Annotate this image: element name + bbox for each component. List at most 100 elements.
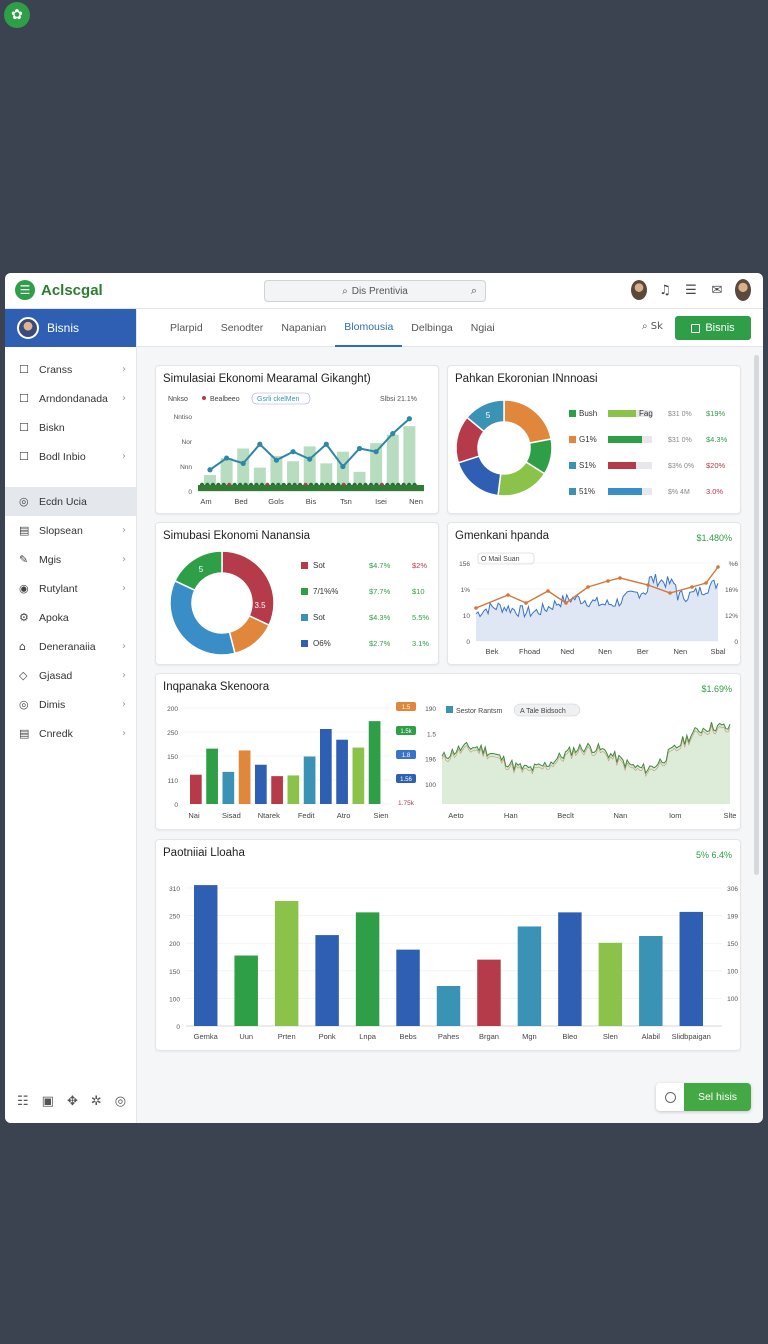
bar <box>271 776 283 804</box>
floating-action[interactable]: Sel hisis <box>656 1083 751 1111</box>
x-tick-label: Nen <box>598 647 612 656</box>
search-bar[interactable]: ⌕ Dis Prentivia ⌕ <box>264 280 486 302</box>
combo-chart: Nnkso Bealbeeo Gsrli ckelMen Slbsi 21.1% Nnt… <box>168 392 424 506</box>
y-tick-label: 0 <box>734 639 738 646</box>
legend-value: 3.0% <box>706 487 723 496</box>
y-tick-label: 310 <box>169 886 180 893</box>
info-icon[interactable]: ◎ <box>115 1094 126 1109</box>
x-tick-label: Aeto <box>448 811 463 820</box>
bar <box>234 955 258 1026</box>
slice-label: 3.5 <box>254 601 266 610</box>
user-avatar-small[interactable] <box>631 280 647 300</box>
sidebar-item[interactable]: ✎ Mgis › <box>5 545 136 574</box>
bar <box>477 959 501 1026</box>
y-tick-label: 100 <box>169 996 180 1003</box>
sidebar-item[interactable]: ◎ Dimis › <box>5 690 136 719</box>
sidebar-item[interactable]: ◉ Rutylant › <box>5 574 136 603</box>
x-tick-label: Nan <box>614 811 628 820</box>
line-point <box>290 449 296 455</box>
x-tick-label: Lnpa <box>359 1032 377 1041</box>
sidebar-item[interactable]: ⚙ Apoka <box>5 603 136 632</box>
legend-label: G1% <box>579 435 597 444</box>
brand-name: Aclscgal <box>41 281 103 299</box>
lock-icon: ⌂ <box>19 640 26 653</box>
y-tick-label: 0 <box>176 1024 180 1031</box>
line-point <box>690 585 694 589</box>
y-tick-label: 200 <box>169 941 180 948</box>
chat-icon[interactable]: ✉ <box>709 283 725 298</box>
legend-swatch <box>569 436 576 443</box>
sidebar-header[interactable]: Bisnis <box>5 309 136 347</box>
line-point <box>240 460 246 466</box>
tabs: Plarpid Senodter Napanian Blomousia Delbinga… <box>161 309 504 347</box>
tab-item[interactable]: Plarpid <box>161 309 212 347</box>
sidebar-item-label: Cnredk <box>39 727 73 740</box>
bar <box>396 949 420 1026</box>
pin-icon: ◇ <box>19 669 28 682</box>
brand[interactable]: ☰ Aclscgal <box>15 280 103 300</box>
bug-icon[interactable]: ✲ <box>91 1094 102 1109</box>
square-icon: ☐ <box>19 421 29 434</box>
x-tick-label: Am <box>200 497 211 506</box>
tab-item[interactable]: Delbinga <box>402 309 461 347</box>
menu-icon[interactable]: ☰ <box>683 283 699 298</box>
x-tick-label: Sisad <box>222 811 241 820</box>
app-corner-logo[interactable]: ✿ <box>4 2 30 28</box>
sidebar-item[interactable]: ◎ Ecdn Ucia <box>5 487 136 516</box>
legend-value: $2.7% <box>369 639 391 648</box>
bell-icon[interactable]: ♫ <box>657 283 673 298</box>
sidebar-item[interactable]: ⌂ Deneranaiia › <box>5 632 136 661</box>
tab-item[interactable]: Blomousia <box>335 309 403 347</box>
sidebar-item-label: Rutylant <box>39 582 78 595</box>
calendar-icon[interactable]: ▣ <box>42 1094 54 1109</box>
sidebar-item[interactable]: ☐ Biskn <box>5 413 136 442</box>
line-point <box>257 441 263 447</box>
tab-item[interactable]: Ngiai <box>462 309 504 347</box>
bar <box>517 926 542 1026</box>
bar <box>274 901 299 1026</box>
y-tick-label: 100 <box>727 996 738 1003</box>
sidebar-item[interactable]: ▤ Cnredk › <box>5 719 136 748</box>
sidebar-item-label: Cranss <box>39 363 73 376</box>
sidebar-item-label: Bodl Inbio <box>39 450 86 463</box>
legend-value: $4.3% <box>369 613 391 622</box>
sidebar-item[interactable]: ☐ Arndondanada › <box>5 384 136 413</box>
legend-swatch <box>301 614 308 621</box>
sidebar-item[interactable]: ☐ Bodl Inbio › <box>5 442 136 471</box>
user-avatar[interactable] <box>735 279 751 301</box>
sidebar-item-label: Dimis <box>39 698 66 711</box>
tab-search[interactable]: ⌕ Sk <box>642 321 663 332</box>
puzzle-icon[interactable]: ✥ <box>67 1094 78 1109</box>
tab-item[interactable]: Senodter <box>212 309 273 347</box>
sidebar-item[interactable]: ☐ Cranss › <box>5 355 136 384</box>
x-tick-label: Sbal <box>710 647 725 656</box>
sidebar-item[interactable]: ▤ Slopsean › <box>5 516 136 545</box>
bisnis-button[interactable]: Bisnis <box>675 316 751 340</box>
donut-chart: 5 Bush Fag $31 0% $19% G1% $31 0% $4.3% S1% $3% 0… <box>455 399 728 497</box>
tab-item[interactable]: Napanian <box>272 309 335 347</box>
legend-label: Sestor Rantsm <box>456 708 502 715</box>
legend-swatch <box>446 706 453 713</box>
toggle-icon[interactable] <box>656 1083 684 1111</box>
y-tick-label: 0 <box>174 802 178 809</box>
card-simulation-donut: Simubasi Ekonomi Nanansia 5 3.5 Sot $4.7% $2… <box>155 522 439 665</box>
sidebar-header-label: Bisnis <box>47 321 80 335</box>
search-input[interactable]: Dis Prentivia <box>352 286 408 297</box>
sidebar-footer-icons: ☷ ▣ ✥ ✲ ◎ <box>17 1094 126 1109</box>
search-submit-icon[interactable]: ⌕ <box>471 284 477 298</box>
legend-swatch <box>301 588 308 595</box>
sidebar-item[interactable]: ◇ Gjasad › <box>5 661 136 690</box>
line-point <box>716 565 720 569</box>
legend-label: Nnkso <box>168 396 188 403</box>
grid-icon[interactable]: ☷ <box>17 1094 29 1109</box>
scrollbar[interactable] <box>754 355 759 875</box>
bar <box>403 426 416 491</box>
x-tick-label: Nai <box>188 811 200 820</box>
x-tick-label: Bek <box>486 647 499 656</box>
card-innovation-economy: Pahkan Ekoronian INnnoasi 5 Bush Fag $31 0%… <box>447 365 741 514</box>
legend-value: $4.7% <box>369 561 391 570</box>
chevron-right-icon: › <box>122 583 126 594</box>
y-tick-label: 200 <box>167 706 178 713</box>
square-icon: ☐ <box>19 363 29 376</box>
